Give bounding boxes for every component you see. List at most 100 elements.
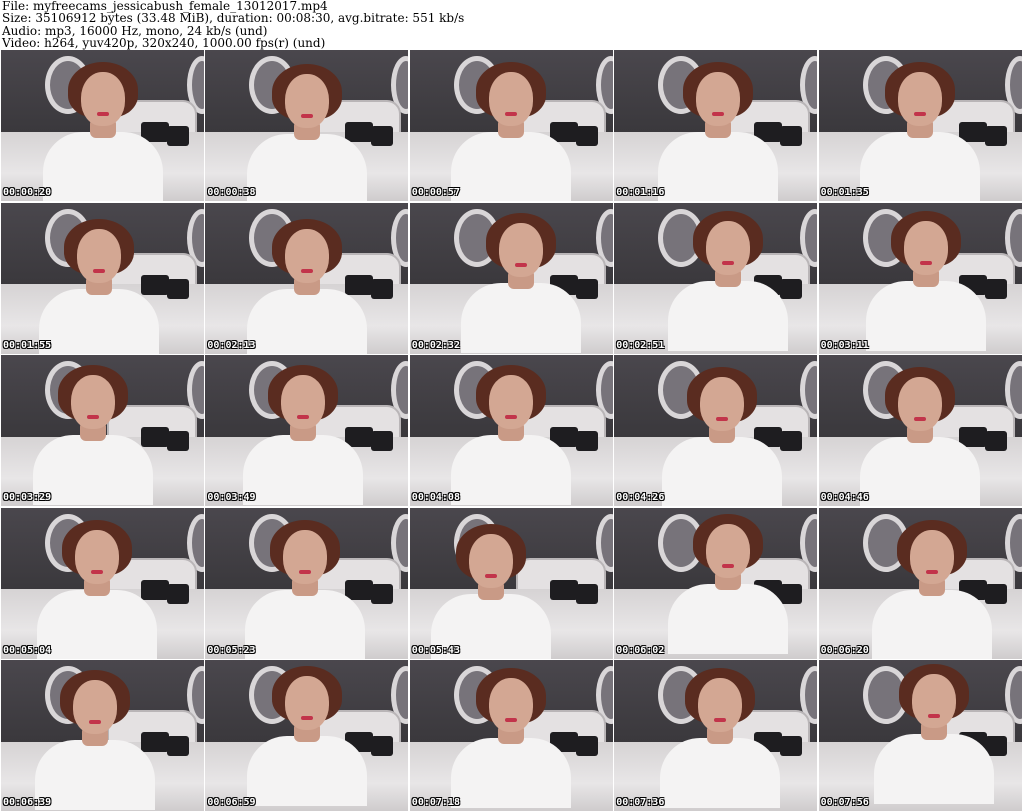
thumbnail-timestamp: 00:05:23 bbox=[207, 644, 256, 656]
thumbnail-timestamp: 00:03:49 bbox=[207, 492, 256, 504]
person-lips bbox=[88, 720, 101, 725]
person-face bbox=[72, 680, 117, 735]
video-thumbnail: 00:05:23 bbox=[205, 507, 409, 659]
pillow bbox=[345, 579, 374, 600]
person-lips bbox=[96, 112, 109, 116]
video-thumbnail: 00:02:13 bbox=[205, 202, 409, 354]
pillow bbox=[167, 278, 189, 299]
video-thumbnail: 00:03:29 bbox=[1, 355, 204, 507]
person-torso bbox=[36, 589, 157, 659]
person-face bbox=[910, 529, 955, 584]
person-lips bbox=[485, 573, 498, 578]
video-thumbnail: 00:03:11 bbox=[818, 202, 1022, 354]
person-torso bbox=[667, 280, 788, 351]
video-thumbnail: 00:00:57 bbox=[409, 50, 613, 201]
thumbnail-timestamp: 00:03:29 bbox=[3, 492, 52, 504]
person-torso bbox=[451, 738, 572, 809]
thumbnail-timestamp: 00:06:20 bbox=[820, 644, 869, 656]
person-lips bbox=[721, 260, 734, 265]
person-torso bbox=[461, 282, 582, 353]
person-face bbox=[74, 529, 119, 584]
person-face bbox=[699, 377, 744, 432]
pillow bbox=[345, 274, 374, 295]
pillow bbox=[167, 126, 189, 146]
thumbnail-timestamp: 00:01:55 bbox=[3, 339, 52, 351]
person-face bbox=[284, 228, 329, 283]
thumbnail-timestamp: 00:00:57 bbox=[411, 187, 460, 198]
pillow bbox=[780, 583, 803, 604]
person-torso bbox=[246, 288, 367, 354]
person-torso bbox=[246, 134, 367, 201]
video-thumbnail: 00:04:08 bbox=[409, 355, 613, 507]
pillow bbox=[984, 278, 1007, 299]
thumbnail-timestamp: 00:07:36 bbox=[616, 797, 665, 809]
pillow bbox=[371, 736, 394, 757]
pillow bbox=[371, 126, 394, 146]
person-lips bbox=[300, 716, 313, 721]
thumbnail-timestamp: 00:06:02 bbox=[616, 644, 665, 656]
person-face bbox=[695, 72, 740, 126]
person-lips bbox=[721, 563, 734, 568]
pillow bbox=[167, 583, 189, 604]
person-torso bbox=[874, 734, 995, 805]
person-face bbox=[898, 377, 943, 432]
person-torso bbox=[667, 583, 788, 654]
pillow bbox=[575, 126, 598, 146]
thumbnail-timestamp: 00:01:16 bbox=[616, 187, 665, 198]
video-thumbnail: 00:06:59 bbox=[205, 660, 409, 811]
pillow bbox=[575, 736, 598, 757]
pillow bbox=[141, 732, 169, 753]
person-torso bbox=[34, 740, 155, 811]
person-lips bbox=[298, 569, 311, 574]
person-face bbox=[284, 676, 329, 731]
thumbnail-grid: 00:00:20 00:00:38 00:00:57 00:01:16 00:01:35… bbox=[1, 50, 1023, 811]
person-torso bbox=[872, 589, 993, 659]
thumbnail-timestamp: 00:00:38 bbox=[207, 187, 256, 198]
pillow bbox=[780, 278, 803, 299]
video-thumbnail: 00:05:43 bbox=[409, 507, 613, 659]
person-face bbox=[697, 678, 742, 733]
pillow bbox=[141, 579, 169, 600]
pillow bbox=[167, 431, 189, 452]
pillow bbox=[345, 122, 374, 142]
person-lips bbox=[505, 718, 518, 723]
video-thumbnail: 00:06:39 bbox=[1, 660, 204, 811]
person-face bbox=[499, 222, 544, 277]
person-lips bbox=[515, 262, 528, 267]
thumbnail-timestamp: 00:00:20 bbox=[3, 187, 52, 198]
video-thumbnail: 00:03:49 bbox=[205, 355, 409, 507]
person-face bbox=[469, 533, 514, 588]
video-thumbnail: 00:01:35 bbox=[818, 50, 1022, 201]
video-thumbnail: 00:06:02 bbox=[614, 507, 818, 659]
video-info-line: Video: h264, yuv420p, 320x240, 1000.00 f… bbox=[2, 36, 326, 51]
person-face bbox=[904, 220, 949, 275]
pillow bbox=[371, 278, 394, 299]
person-lips bbox=[505, 112, 518, 116]
file-info-header: File: myfreecams_jessicabush_female_1301… bbox=[0, 0, 1024, 50]
thumbnail-timestamp: 00:07:18 bbox=[411, 797, 460, 809]
person-torso bbox=[661, 437, 782, 507]
pillow bbox=[780, 126, 803, 146]
video-thumbnail: 00:04:46 bbox=[818, 355, 1022, 507]
video-thumbnail: 00:02:51 bbox=[614, 202, 818, 354]
person-face bbox=[489, 72, 534, 126]
thumbnail-timestamp: 00:05:43 bbox=[411, 644, 460, 656]
person-torso bbox=[860, 437, 981, 507]
video-thumbnail: 00:00:20 bbox=[1, 50, 204, 201]
person-face bbox=[282, 529, 327, 584]
video-thumbnail: 00:05:04 bbox=[1, 507, 204, 659]
pillow bbox=[167, 736, 189, 757]
person-torso bbox=[860, 132, 981, 201]
video-thumbnail: 00:02:32 bbox=[409, 202, 613, 354]
person-lips bbox=[300, 268, 313, 273]
thumbnail-timestamp: 00:06:39 bbox=[3, 797, 52, 809]
person-lips bbox=[713, 718, 726, 723]
thumbnail-timestamp: 00:04:08 bbox=[411, 492, 460, 504]
person-lips bbox=[296, 415, 309, 420]
pillow bbox=[371, 431, 394, 452]
thumbnail-timestamp: 00:02:32 bbox=[411, 339, 460, 351]
person-lips bbox=[86, 415, 99, 420]
person-lips bbox=[505, 415, 518, 420]
person-face bbox=[284, 74, 329, 128]
video-thumbnail: 00:06:20 bbox=[818, 507, 1022, 659]
